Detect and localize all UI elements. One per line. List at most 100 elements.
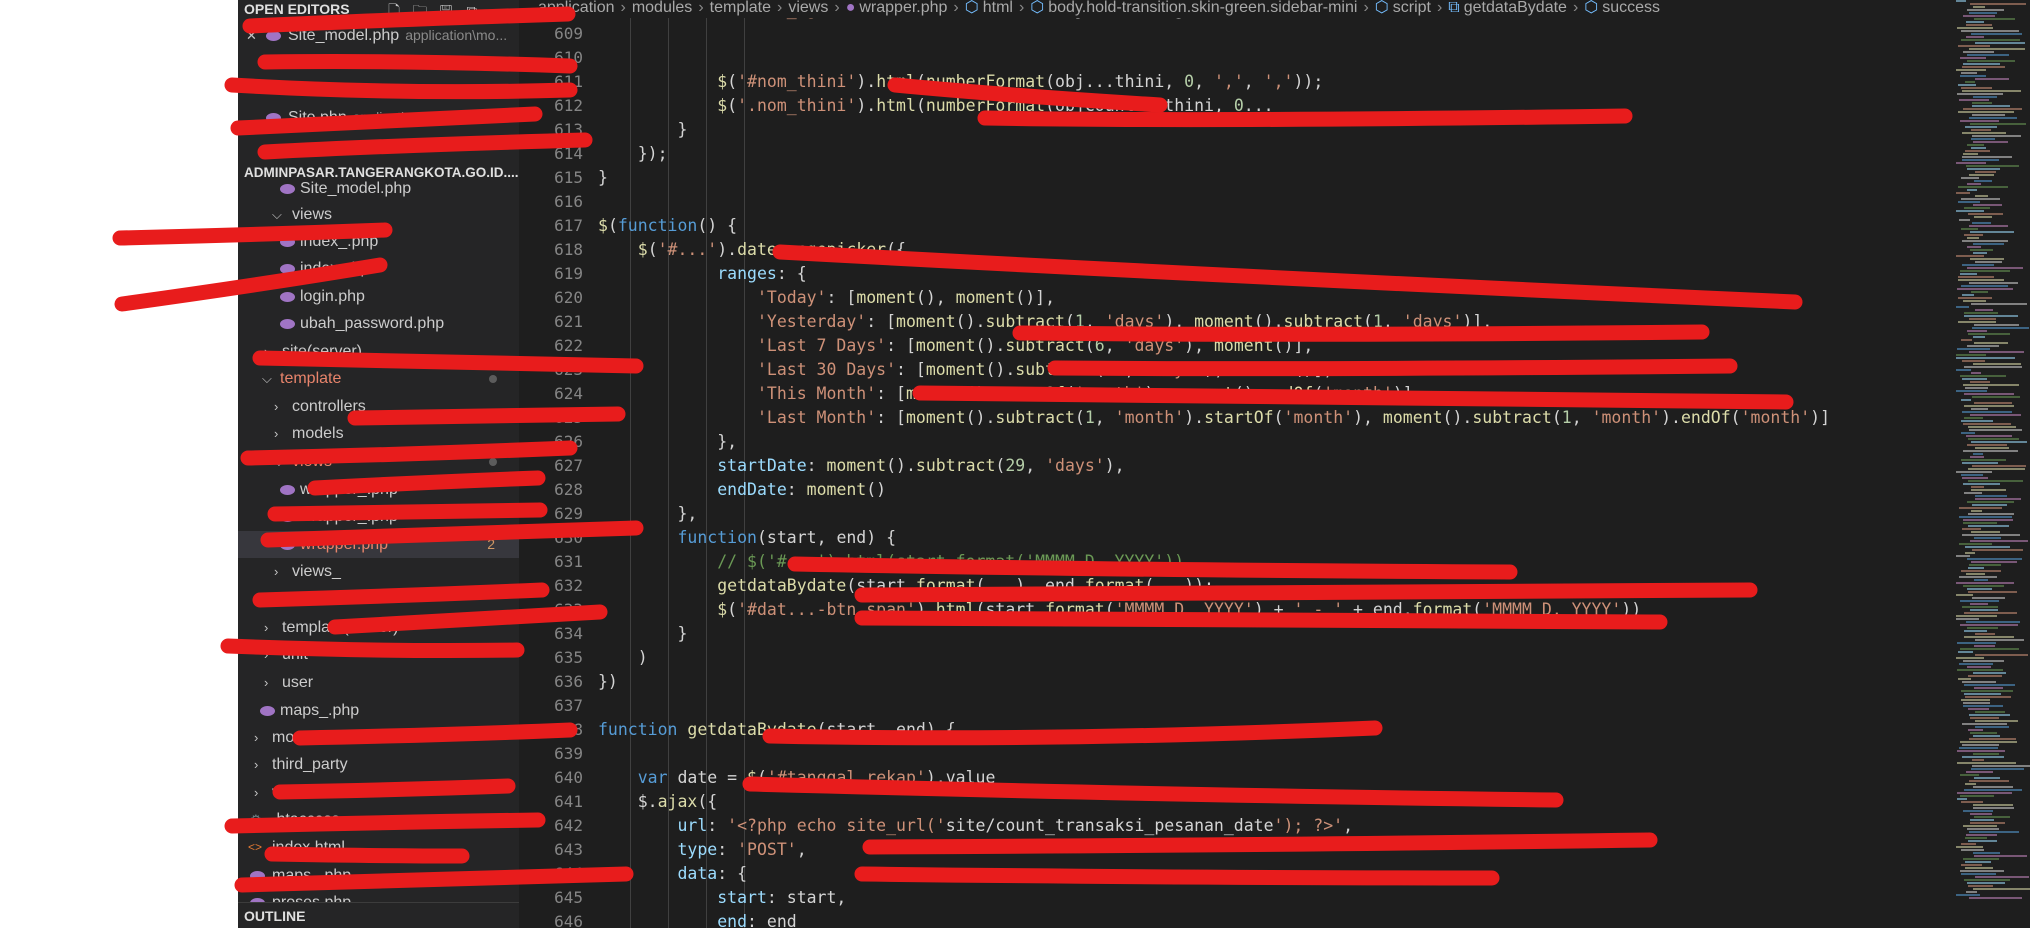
minimap-line	[1966, 834, 1997, 836]
minimap-line	[1963, 15, 1995, 17]
open-editor-item[interactable]: Site.php applicati...	[238, 104, 519, 131]
symbol-icon: ⬡	[1374, 0, 1389, 16]
close-icon[interactable]: ✕	[246, 22, 260, 49]
minimap[interactable]	[1948, 0, 2030, 928]
minimap-line	[1961, 228, 1978, 230]
minimap-line	[1961, 72, 1977, 74]
minimap-line	[1972, 396, 2020, 398]
tree-folder[interactable]: › models	[238, 420, 519, 447]
outline-header[interactable]: OUTLINE	[238, 902, 519, 928]
tree-item-active[interactable]: wrapper.php 2	[238, 531, 519, 558]
tree-item[interactable]: wrapper_.php	[238, 503, 519, 530]
breadcrumb-item[interactable]: success	[1602, 0, 1660, 16]
save-all-icon[interactable]: 🖫	[436, 0, 456, 22]
close-all-icon[interactable]: ⧉	[462, 0, 482, 22]
tree-folder[interactable]: › views_	[238, 558, 519, 585]
tree-folder[interactable]: › third_party	[238, 751, 519, 778]
minimap-line	[1959, 516, 2012, 518]
breadcrumb-item[interactable]: modules	[632, 0, 692, 16]
breadcrumb-separator-icon: ›	[834, 0, 840, 16]
symbol-icon: ⬡	[1030, 0, 1045, 16]
chevron-right-icon[interactable]: ›	[264, 669, 278, 696]
tree-item[interactable]: login.php	[238, 283, 519, 310]
symbol-icon: ⬡	[964, 0, 979, 16]
new-folder-icon[interactable]: 🗀	[410, 0, 430, 22]
tree-item[interactable]: index.php	[238, 255, 519, 282]
new-file-icon[interactable]: 🗋	[384, 0, 404, 22]
tree-item-label: unit	[282, 646, 308, 663]
tree-item[interactable]: ⚙ .htaccess	[238, 806, 519, 833]
chevron-right-icon[interactable]: ›	[254, 724, 268, 751]
chevron-right-icon[interactable]: ›	[264, 338, 278, 365]
chevron-right-icon[interactable]: ›	[274, 420, 288, 447]
code-editor[interactable]: $('#nom_mg...').html(numberFormat(objCou…	[598, 0, 2030, 928]
breadcrumb-item[interactable]: views	[788, 0, 828, 16]
minimap-line	[1973, 753, 1999, 755]
minimap-line	[1960, 120, 1999, 122]
minimap-line	[1975, 720, 2018, 722]
tree-folder[interactable]: ⌵ views	[238, 201, 519, 228]
minimap-line	[1961, 177, 1979, 179]
tree-folder[interactable]: › user	[238, 669, 519, 696]
breadcrumb-item[interactable]: wrapper.php	[859, 0, 947, 16]
tree-item[interactable]: maps_.php	[238, 862, 519, 889]
minimap-line	[1960, 870, 2004, 872]
tree-folder[interactable]: ⌵ views	[238, 448, 519, 475]
php-file-icon: ●	[845, 0, 856, 16]
chevron-right-icon[interactable]: ›	[254, 751, 268, 778]
minimap-line	[1969, 831, 2019, 833]
tree-item[interactable]: maps_.php	[238, 697, 519, 724]
breadcrumb-item[interactable]: getdataBydate	[1464, 0, 1567, 16]
line-number: 621	[554, 312, 583, 331]
chevron-right-icon[interactable]: ›	[254, 779, 268, 806]
code-line: 'Today': [moment(), moment()],	[756, 288, 1056, 307]
minimap-line	[1956, 69, 1986, 71]
tree-item-label: index_.php	[300, 233, 379, 250]
chevron-right-icon[interactable]: ›	[274, 393, 288, 420]
breadcrumb-item[interactable]: body.hold-transition.skin-green.sidebar-…	[1048, 0, 1357, 16]
minimap-line	[1966, 21, 1984, 23]
tree-folder[interactable]: › controllers	[238, 393, 519, 420]
tree-folder[interactable]: › v...	[238, 779, 519, 806]
tree-folder[interactable]: › template(server)	[238, 614, 519, 641]
minimap-line	[1966, 573, 1985, 575]
line-number: 643	[554, 840, 583, 859]
tree-item-label: maps_.php	[272, 867, 352, 884]
tree-item[interactable]: index_.php	[238, 228, 519, 255]
breadcrumb-item[interactable]: script	[1393, 0, 1431, 16]
tree-item[interactable]: Site_model.php	[238, 175, 519, 202]
breadcrumb-item[interactable]: template	[710, 0, 771, 16]
chevron-right-icon[interactable]: ›	[264, 614, 278, 641]
tree-item[interactable]: proses.php	[238, 889, 519, 903]
chevron-right-icon[interactable]: ›	[264, 641, 278, 668]
minimap-line	[1961, 30, 2019, 32]
open-editor-item[interactable]: ✕ Site_model.php application\mo...	[238, 22, 519, 49]
tree-item[interactable]: ubah_password.php	[238, 310, 519, 337]
minimap-line	[1970, 540, 2028, 542]
tree-folder-template[interactable]: ⌵ template	[238, 365, 519, 392]
minimap-line	[1975, 78, 2009, 80]
chevron-right-icon[interactable]: ›	[274, 558, 288, 585]
code-line: }	[598, 624, 688, 643]
tree-item[interactable]: <> index.html	[238, 834, 519, 861]
tree-item[interactable]: wrapper_.php	[238, 476, 519, 503]
minimap-line	[1974, 777, 2000, 779]
minimap-line	[1973, 735, 2000, 737]
tree-folder[interactable]: › unit	[238, 641, 519, 668]
minimap-line	[1956, 846, 1983, 848]
code-line: )	[598, 648, 648, 667]
breadcrumb-item[interactable]: application	[538, 0, 615, 16]
chevron-down-icon[interactable]: ⌵	[262, 365, 276, 392]
chevron-down-icon[interactable]: ⌵	[274, 448, 288, 475]
tree-folder[interactable]: › mo...	[238, 724, 519, 751]
tree-item-label: login.php	[300, 288, 365, 305]
chevron-down-icon[interactable]: ⌵	[272, 201, 286, 228]
tree-folder[interactable]: › site(server)	[238, 338, 519, 365]
minimap-line	[1969, 12, 1997, 14]
minimap-line	[1962, 606, 1998, 608]
minimap-line	[1962, 411, 2012, 413]
minimap-line	[1962, 294, 1974, 296]
minimap-line	[1971, 510, 1982, 512]
minimap-line	[1970, 123, 2026, 125]
breadcrumb-item[interactable]: html	[983, 0, 1013, 16]
